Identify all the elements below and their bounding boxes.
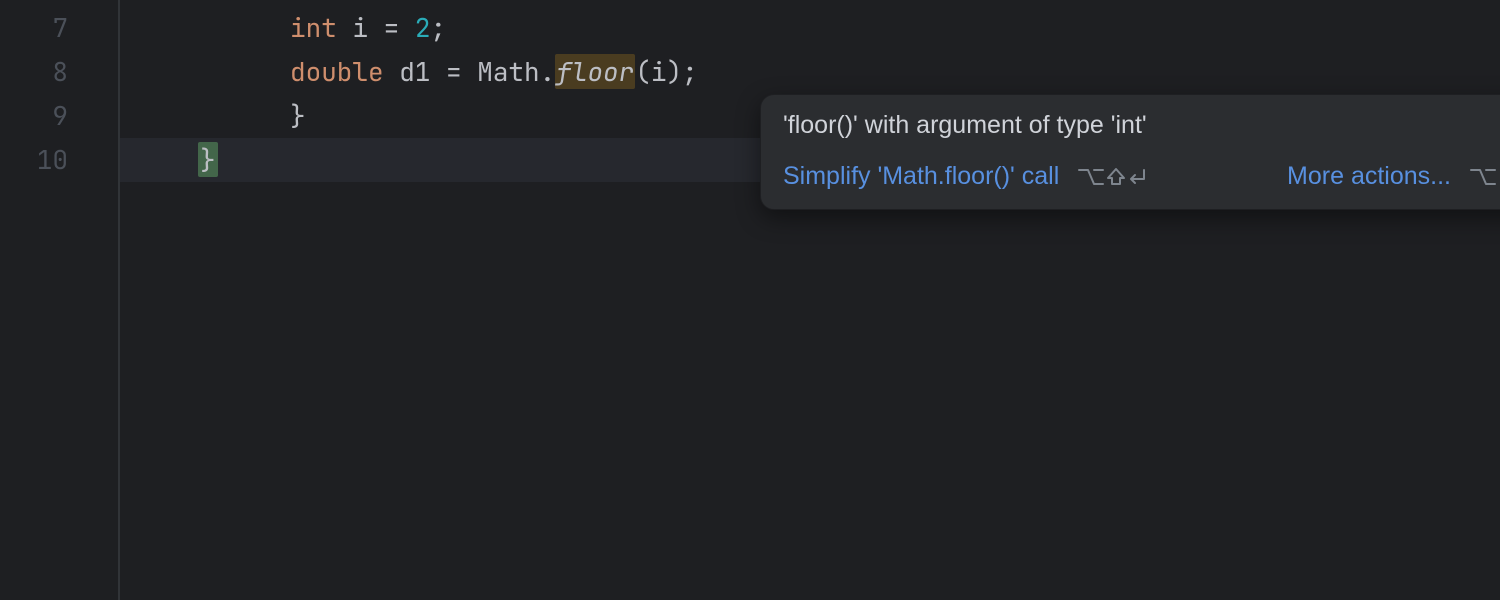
brace-matched: } bbox=[198, 142, 218, 177]
fold-gutter bbox=[96, 0, 120, 600]
identifier: i bbox=[337, 10, 384, 45]
inspection-title: 'floor()' with argument of type 'int' bbox=[783, 111, 1147, 140]
space bbox=[399, 10, 415, 45]
shortcut-hint bbox=[1077, 164, 1147, 190]
method-call-warning[interactable]: floor bbox=[555, 54, 635, 89]
operator: = bbox=[384, 10, 400, 45]
code-line[interactable]: int i = 2; bbox=[120, 6, 1500, 50]
class-ref: Math bbox=[477, 54, 539, 89]
more-actions-link[interactable]: More actions... bbox=[1287, 162, 1451, 191]
keyword: double bbox=[290, 54, 384, 89]
keyword: int bbox=[290, 10, 337, 45]
identifier: i bbox=[651, 54, 667, 89]
simplify-action-link[interactable]: Simplify 'Math.floor()' call bbox=[783, 162, 1059, 191]
inspection-popup: 'floor()' with argument of type 'int' Si… bbox=[760, 94, 1500, 210]
line-number: 7 bbox=[0, 6, 96, 50]
line-number: 8 bbox=[0, 50, 96, 94]
identifier: d1 bbox=[384, 54, 446, 89]
code-line[interactable]: double d1 = Math.floor(i); bbox=[120, 50, 1500, 94]
punctuation: ; bbox=[682, 54, 698, 89]
popup-actions: Simplify 'Math.floor()' call bbox=[783, 162, 1500, 191]
popup-header: 'floor()' with argument of type 'int' bbox=[783, 111, 1500, 140]
brace: } bbox=[290, 98, 306, 133]
punctuation: . bbox=[540, 54, 556, 89]
shortcut-hint bbox=[1469, 164, 1500, 190]
punctuation: ( bbox=[635, 54, 651, 89]
line-number: 9 bbox=[0, 94, 96, 138]
action-group: Simplify 'Math.floor()' call bbox=[783, 162, 1147, 191]
line-number-gutter: 7 8 9 10 bbox=[0, 0, 96, 600]
code-area[interactable]: int i = 2; double d1 = Math.floor(i); } … bbox=[120, 0, 1500, 600]
number-literal: 2 bbox=[415, 10, 431, 45]
operator: = bbox=[446, 54, 462, 89]
punctuation: ) bbox=[666, 54, 682, 89]
space bbox=[462, 54, 478, 89]
line-number: 10 bbox=[0, 138, 96, 182]
code-editor[interactable]: 7 8 9 10 int i = 2; double d1 = Math.flo… bbox=[0, 0, 1500, 600]
punctuation: ; bbox=[430, 10, 446, 45]
action-group: More actions... bbox=[1287, 162, 1500, 191]
